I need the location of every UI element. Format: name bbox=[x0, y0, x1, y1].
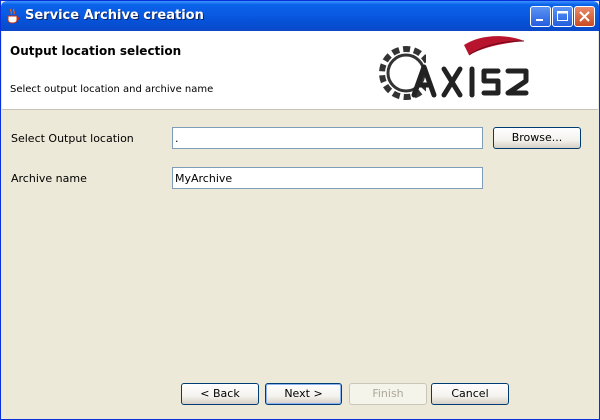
wizard-header: Output location selection Select output … bbox=[2, 31, 598, 110]
archive-name-label: Archive name bbox=[11, 172, 87, 185]
close-button[interactable] bbox=[574, 6, 595, 27]
close-icon bbox=[579, 11, 590, 22]
cancel-button[interactable]: Cancel bbox=[431, 383, 509, 405]
maximize-icon bbox=[557, 11, 568, 21]
java-cup-icon bbox=[7, 8, 19, 24]
axis2-logo bbox=[379, 36, 529, 100]
archive-name-input[interactable] bbox=[172, 167, 483, 189]
window-title: Service Archive creation bbox=[25, 8, 204, 23]
minimize-icon bbox=[536, 19, 543, 21]
output-location-input[interactable] bbox=[172, 127, 483, 149]
maximize-button[interactable] bbox=[552, 6, 573, 27]
browse-button[interactable]: Browse... bbox=[493, 127, 581, 149]
page-subtitle: Select output location and archive name bbox=[10, 84, 214, 95]
title-bar[interactable]: Service Archive creation bbox=[1, 1, 599, 31]
back-button[interactable]: < Back bbox=[181, 383, 259, 405]
next-button[interactable]: Next > bbox=[265, 383, 342, 405]
page-title: Output location selection bbox=[10, 44, 182, 58]
output-location-label: Select Output location bbox=[11, 132, 134, 145]
finish-button[interactable]: Finish bbox=[349, 383, 427, 405]
minimize-button[interactable] bbox=[530, 6, 551, 27]
wizard-window: Service Archive creation Output location… bbox=[0, 0, 600, 420]
